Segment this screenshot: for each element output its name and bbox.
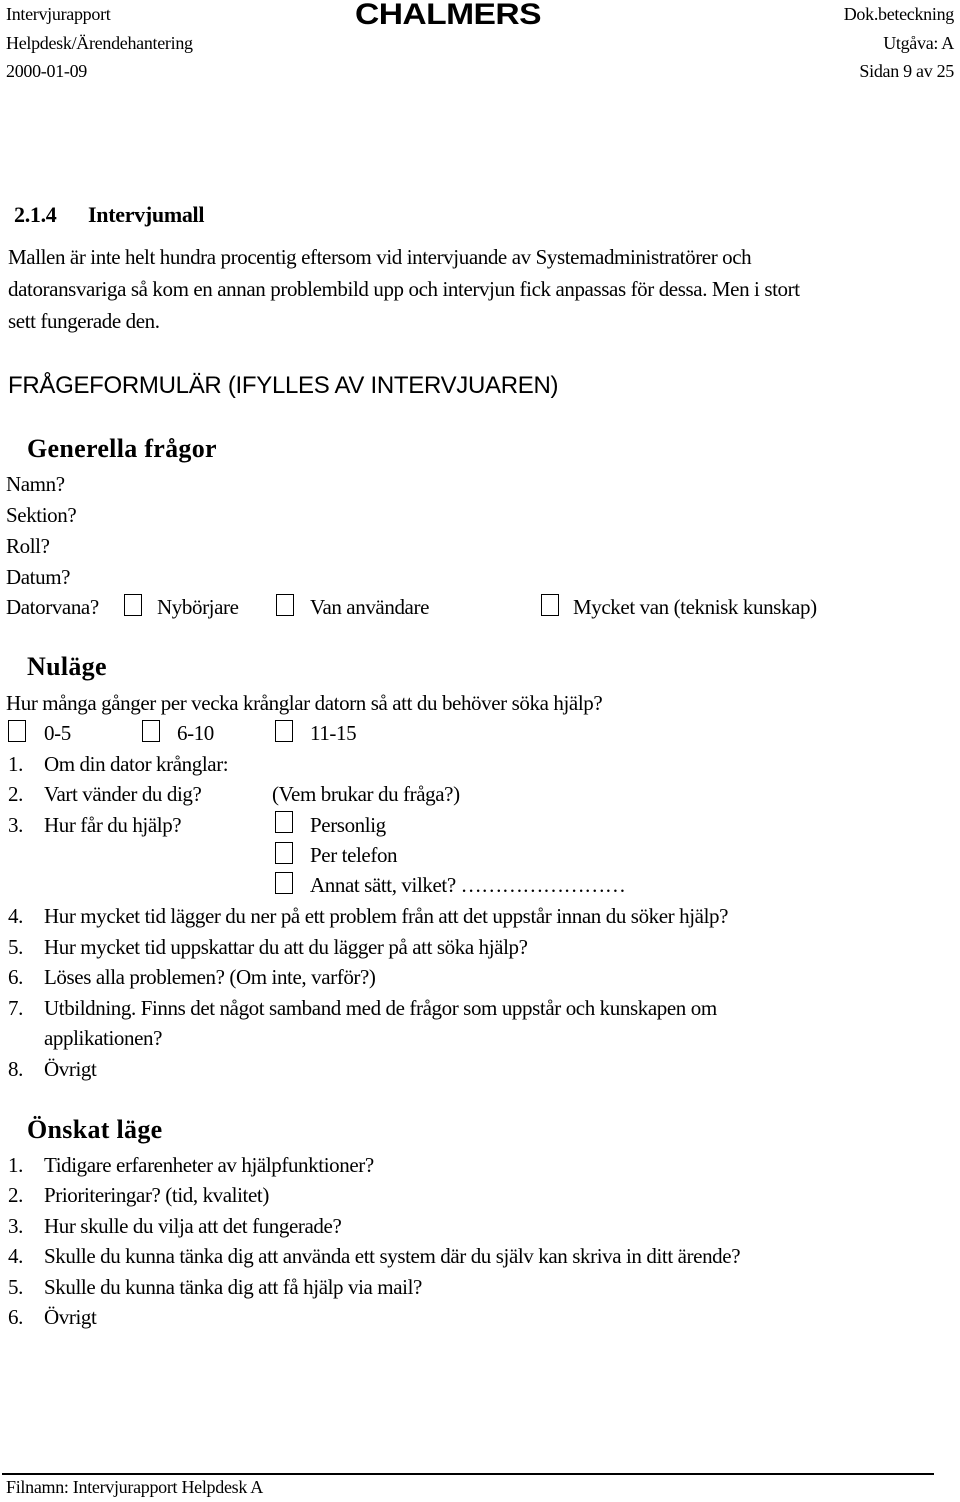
item-number: 1.: [8, 1153, 23, 1177]
checkbox-help-personal[interactable]: [275, 811, 293, 833]
field-role: Roll?: [6, 534, 50, 558]
item-number: 6.: [8, 1305, 23, 1329]
general-questions-heading: Generella frågor: [27, 434, 217, 463]
field-date: Datum?: [6, 565, 71, 589]
option-freq-6-10: 6-10: [177, 721, 214, 745]
item-number: 3.: [8, 1214, 23, 1238]
item-text: Hur skulle du vilja att det fungerade?: [44, 1214, 342, 1238]
item-text: Utbildning. Finns det något samband med …: [44, 996, 717, 1020]
item-text: Om din dator krånglar:: [44, 752, 229, 776]
header-page-number: Sidan 9 av 25: [859, 61, 954, 81]
item-text: Tidigare erfarenheter av hjälpfunktioner…: [44, 1153, 374, 1177]
item-number: 6.: [8, 965, 23, 989]
checkbox-beginner[interactable]: [124, 594, 142, 616]
field-section: Sektion?: [6, 503, 77, 527]
item-number: 4.: [8, 904, 23, 928]
frequency-question: Hur många gånger per vecka krånglar dato…: [6, 691, 603, 715]
item-text: Vart vänder du dig?: [44, 782, 202, 806]
chalmers-logo: CHALMERS: [355, 0, 541, 31]
checkbox-freq-6-10[interactable]: [142, 720, 160, 742]
item-number: 8.: [8, 1057, 23, 1081]
footer-filename: Filnamn: Intervjurapport Helpdesk A: [6, 1477, 263, 1497]
current-state-heading: Nuläge: [27, 652, 107, 681]
header-edition: Utgåva: A: [883, 33, 954, 53]
item-number: 5.: [8, 1275, 23, 1299]
option-help-other: Annat sätt, vilket? ……………………: [310, 873, 626, 897]
checkbox-help-other[interactable]: [275, 872, 293, 894]
item-text: Övrigt: [44, 1305, 97, 1329]
header-date: 2000-01-09: [6, 61, 87, 81]
item-number: 4.: [8, 1244, 23, 1268]
item-text: Övrigt: [44, 1057, 97, 1081]
item-number: 2.: [8, 782, 23, 806]
item-extra: (Vem brukar du fråga?): [272, 782, 460, 806]
section-title: Intervjumall: [88, 202, 205, 227]
header-doc-designation: Dok.beteckning: [843, 4, 955, 24]
item-text: Hur får du hjälp?: [44, 813, 182, 837]
section-number: 2.1.4: [14, 202, 57, 227]
field-name: Namn?: [6, 472, 65, 496]
item-text: Skulle du kunna tänka dig att få hjälp v…: [44, 1275, 422, 1299]
paragraph-line: datoransvariga så kom en annan problembi…: [8, 277, 800, 301]
item-number: 1.: [8, 752, 23, 776]
desired-state-heading: Önskat läge: [27, 1115, 163, 1144]
option-freq-0-5: 0-5: [44, 721, 71, 745]
checkbox-freq-11-15[interactable]: [275, 720, 293, 742]
footer-divider: [2, 1473, 934, 1475]
option-freq-11-15: 11-15: [310, 721, 357, 745]
paragraph-line: sett fungerade den.: [8, 309, 160, 333]
header-doc-title: Intervjurapport: [6, 4, 111, 24]
experience-label: Datorvana?: [6, 595, 99, 619]
item-number: 3.: [8, 813, 23, 837]
item-number: 7.: [8, 996, 23, 1020]
option-help-phone: Per telefon: [310, 843, 398, 867]
option-experienced-user: Van användare: [310, 595, 429, 619]
option-beginner: Nybörjare: [157, 595, 239, 619]
checkbox-freq-0-5[interactable]: [8, 720, 26, 742]
item-text: Skulle du kunna tänka dig att använda et…: [44, 1244, 741, 1268]
item-text: Hur mycket tid uppskattar du att du lägg…: [44, 935, 528, 959]
header-subject: Helpdesk/Ärendehantering: [6, 33, 193, 53]
checkbox-help-phone[interactable]: [275, 842, 293, 864]
item-text: Prioriteringar? (tid, kvalitet): [44, 1183, 269, 1207]
item-number: 5.: [8, 935, 23, 959]
item-text: Hur mycket tid lägger du ner på ett prob…: [44, 904, 729, 928]
checkbox-very-experienced[interactable]: [541, 594, 559, 616]
checkbox-experienced-user[interactable]: [276, 594, 294, 616]
item-text: Löses alla problemen? (Om inte, varför?): [44, 965, 376, 989]
item-text-continuation: applikationen?: [44, 1026, 163, 1050]
option-very-experienced: Mycket van (teknisk kunskap): [573, 595, 817, 619]
item-number: 2.: [8, 1183, 23, 1207]
option-help-personal: Personlig: [310, 813, 386, 837]
form-title: FRÅGEFORMULÄR (IFYLLES AV INTERVJUAREN): [8, 372, 559, 399]
paragraph-line: Mallen är inte helt hundra procentig eft…: [8, 245, 752, 269]
